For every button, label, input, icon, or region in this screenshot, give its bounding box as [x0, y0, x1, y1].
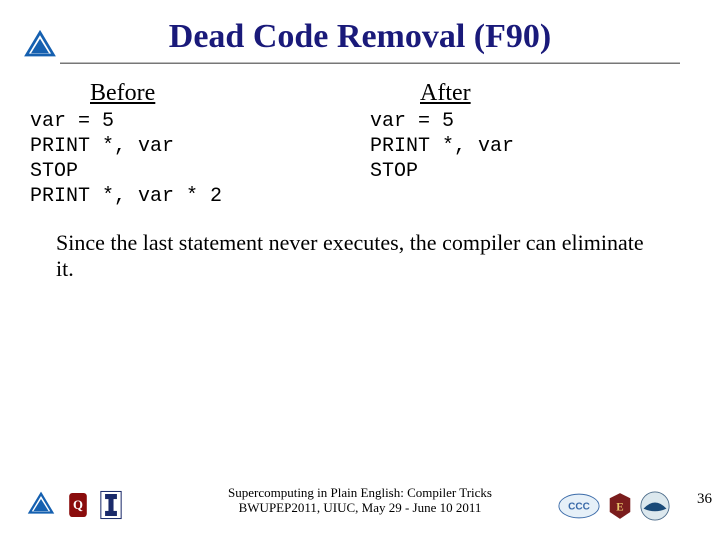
explanation-text: Since the last statement never executes,… — [56, 230, 660, 283]
page-number: 36 — [697, 491, 712, 508]
after-heading: After — [420, 80, 690, 107]
before-code: var = 5 PRINT *, var STOP PRINT *, var *… — [30, 109, 350, 209]
before-heading: Before — [90, 80, 350, 107]
footer-logos-right: CCC E — [558, 491, 670, 521]
code-columns: Before var = 5 PRINT *, var STOP PRINT *… — [30, 80, 690, 209]
ec-logo-icon: E — [608, 491, 632, 521]
after-code: var = 5 PRINT *, var STOP — [370, 109, 690, 184]
title-underline — [60, 62, 680, 64]
slide-title: Dead Code Removal (F90) — [0, 18, 720, 56]
noaa-logo-icon — [640, 491, 670, 521]
svg-text:CCC: CCC — [568, 502, 590, 513]
after-column: After var = 5 PRINT *, var STOP — [360, 80, 690, 209]
before-column: Before var = 5 PRINT *, var STOP PRINT *… — [30, 80, 360, 209]
svg-text:E: E — [616, 501, 623, 513]
slide: Dead Code Removal (F90) Before var = 5 P… — [0, 0, 720, 540]
ccc-logo-icon: CCC — [558, 493, 600, 519]
